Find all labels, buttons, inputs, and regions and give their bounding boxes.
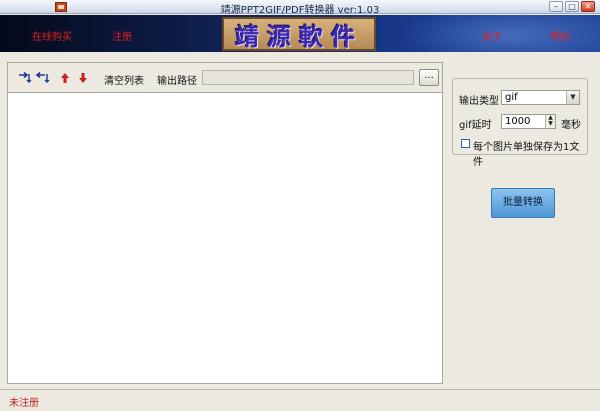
gif-delay-stepper[interactable]: 1000 ▲ ▼ <box>501 114 556 129</box>
decrement-icon[interactable]: ▼ <box>546 121 555 127</box>
title-bar: 靖源PPT2GIF/PDF转换器 ver:1.03 – □ ✕ <box>0 0 600 16</box>
output-path-label: 输出路径 <box>157 76 197 87</box>
browse-button[interactable]: ... <box>419 69 439 86</box>
header-banner: 在线购买 注册 靖源軟件 关于 帮助 <box>0 15 600 52</box>
clear-list-button[interactable]: 清空列表 <box>104 72 144 87</box>
brand-logo: 靖源軟件 <box>222 17 376 51</box>
file-list-panel: 清空列表 输出路径 ... <box>7 62 443 384</box>
status-bar: 未注册 <box>0 389 600 411</box>
options-group: 输出类型 gif ▼ gif延时 1000 ▲ ▼ 毫秒 每个图片单独保存为1文… <box>452 78 588 168</box>
output-type-value: gif <box>505 92 518 103</box>
toolbar: 清空列表 输出路径 ... <box>8 63 442 93</box>
output-type-label: 输出类型 <box>459 96 499 107</box>
register-link[interactable]: 注册 <box>112 28 132 43</box>
separate-files-label: 每个图片单独保存为1文件 <box>473 142 580 168</box>
chevron-down-icon[interactable]: ▼ <box>566 91 579 104</box>
gif-delay-value: 1000 <box>505 116 531 127</box>
output-type-select[interactable]: gif ▼ <box>501 90 580 105</box>
gif-delay-label: gif延时 <box>459 120 492 131</box>
move-up-icon[interactable] <box>60 71 70 85</box>
separate-files-checkbox[interactable] <box>461 139 470 148</box>
file-list[interactable] <box>8 92 442 383</box>
gif-delay-unit: 毫秒 <box>561 120 581 131</box>
add-files-icon[interactable] <box>18 71 32 85</box>
minimize-button[interactable]: – <box>549 1 563 12</box>
remove-files-icon[interactable] <box>36 71 50 85</box>
about-link[interactable]: 关于 <box>482 28 502 43</box>
help-link[interactable]: 帮助 <box>550 28 570 43</box>
batch-convert-button[interactable]: 批量转换 <box>491 188 555 218</box>
buy-online-link[interactable]: 在线购买 <box>32 28 72 43</box>
output-path-input[interactable] <box>202 70 414 85</box>
registration-status: 未注册 <box>9 398 39 409</box>
window-title: 靖源PPT2GIF/PDF转换器 ver:1.03 <box>220 5 380 16</box>
close-button[interactable]: ✕ <box>581 1 595 12</box>
maximize-button[interactable]: □ <box>565 1 579 12</box>
move-down-icon[interactable] <box>78 71 88 85</box>
